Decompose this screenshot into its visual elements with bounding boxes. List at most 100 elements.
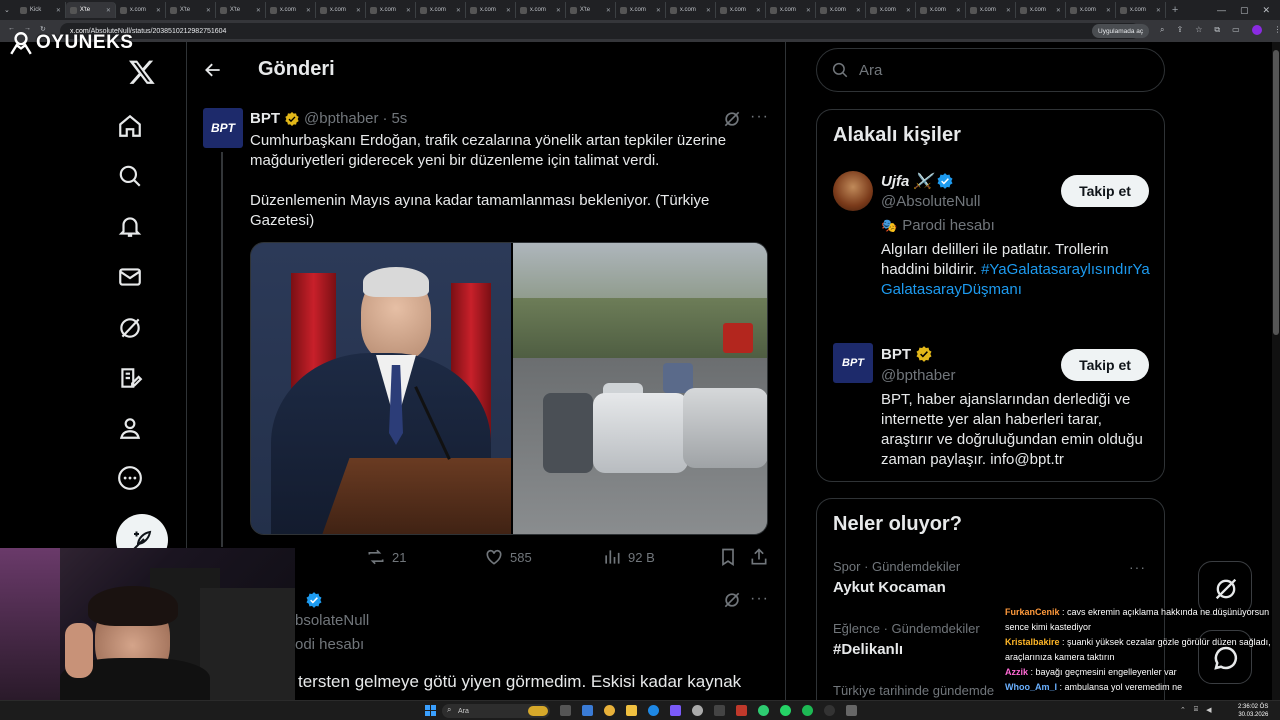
person-avatar-2[interactable]: BPT (833, 343, 873, 383)
browser-tab[interactable]: x.com ✕ (316, 2, 366, 18)
browser-tab[interactable]: Kick ✕ (16, 2, 66, 18)
chat-username[interactable]: Whoo_Am_I (1005, 682, 1057, 692)
zoom-icon[interactable]: ⌕ (1160, 25, 1164, 35)
photo-highway-traffic[interactable] (513, 243, 767, 534)
person-avatar-1[interactable] (833, 171, 873, 211)
file-explorer-icon[interactable] (626, 705, 637, 716)
browser-tab[interactable]: x.com ✕ (416, 2, 466, 18)
maximize-icon[interactable]: ▢ (1240, 5, 1249, 16)
browser-tab[interactable]: x.com ✕ (866, 2, 916, 18)
tab-close-icon[interactable]: ✕ (306, 7, 311, 14)
bookmark-star-icon[interactable]: ☆ (1195, 25, 1202, 35)
tab-close-icon[interactable]: ✕ (156, 7, 161, 14)
scrollbar-thumb[interactable] (1273, 50, 1279, 335)
taskbar-clock[interactable]: 2:36:02 ÖS 30.03.2026 (1238, 703, 1268, 719)
follow-button-2[interactable]: Takip et (1061, 349, 1149, 381)
app-icon-14[interactable] (846, 705, 857, 716)
tab-close-icon[interactable]: ✕ (756, 7, 761, 14)
close-window-icon[interactable]: ✕ (1262, 5, 1270, 16)
volume-icon[interactable]: ◀ (1206, 706, 1211, 714)
app-icon-8[interactable] (714, 705, 725, 716)
search-box[interactable]: Ara (816, 48, 1165, 92)
tab-close-icon[interactable]: ✕ (556, 7, 561, 14)
taskbar-search[interactable]: Ara ⌕ (442, 704, 550, 718)
tab-close-icon[interactable]: ✕ (1006, 7, 1011, 14)
author-avatar[interactable]: BPT (203, 108, 243, 148)
browser-tab[interactable]: x.com ✕ (266, 2, 316, 18)
spotify-icon[interactable] (802, 705, 813, 716)
share-icon[interactable]: ⇪ (1176, 25, 1183, 35)
browser-tab[interactable]: x.com ✕ (916, 2, 966, 18)
browser-tab[interactable]: x.com ✕ (716, 2, 766, 18)
tab-close-icon[interactable]: ✕ (856, 7, 861, 14)
messages-envelope-icon[interactable] (117, 264, 143, 290)
reply-author-handle[interactable]: bsolateNull (295, 612, 369, 629)
start-windows-icon[interactable] (425, 705, 436, 716)
browser-tab[interactable]: X'te ✕ (65, 2, 116, 18)
views-button[interactable]: 92 B (602, 547, 655, 567)
browser-tab[interactable]: x.com ✕ (366, 2, 416, 18)
tray-chevron-icon[interactable]: ⌃ (1180, 706, 1186, 714)
network-icon[interactable]: ⌸ (1194, 706, 1198, 714)
photo-president-podium[interactable] (251, 243, 511, 534)
taskbar-app-icon[interactable] (582, 705, 593, 716)
chat-username[interactable]: FurkanCenik (1005, 607, 1060, 617)
app-icon-7[interactable] (692, 705, 703, 716)
app-icon-9[interactable] (736, 705, 747, 716)
browser-tab[interactable]: x.com ✕ (766, 2, 816, 18)
browser-tab[interactable]: x.com ✕ (1016, 2, 1066, 18)
tab-close-icon[interactable]: ✕ (1156, 7, 1161, 14)
browser-tab[interactable]: x.com ✕ (966, 2, 1016, 18)
tab-close-icon[interactable]: ✕ (456, 7, 461, 14)
tab-close-icon[interactable]: ✕ (206, 7, 211, 14)
chrome-icon[interactable] (604, 705, 615, 716)
url-field[interactable]: x.com/AbsoluteNull/status/20385102129827… (60, 23, 1140, 39)
notifications-bell-icon[interactable] (117, 213, 143, 239)
minimize-icon[interactable]: — (1217, 5, 1226, 16)
x-logo-icon[interactable] (128, 58, 156, 86)
sidebar-icon[interactable]: ▭ (1232, 25, 1240, 35)
retweet-button[interactable]: 21 (366, 547, 406, 567)
share-post-icon[interactable] (749, 547, 769, 567)
browser-tab[interactable]: x.com ✕ (466, 2, 516, 18)
like-button[interactable]: 585 (484, 547, 532, 567)
browser-tab[interactable]: x.com ✕ (816, 2, 866, 18)
premium-notes-icon[interactable] (117, 365, 143, 391)
trend-name-2[interactable]: #Delikanlı (833, 641, 903, 658)
tab-close-icon[interactable]: ✕ (606, 7, 611, 14)
trend-name-1[interactable]: Aykut Kocaman (833, 579, 946, 596)
tab-close-icon[interactable]: ✕ (106, 7, 111, 14)
tab-close-icon[interactable]: ✕ (806, 7, 811, 14)
tab-close-icon[interactable]: ✕ (356, 7, 361, 14)
tweet-time[interactable]: 5s (391, 110, 407, 127)
browser-tab[interactable]: x.com ✕ (616, 2, 666, 18)
browser-tab[interactable]: x.com ✕ (516, 2, 566, 18)
discord-icon[interactable] (670, 705, 681, 716)
profile-icon[interactable] (117, 415, 143, 441)
grok-explain-icon[interactable] (722, 109, 742, 129)
explore-search-icon[interactable] (117, 163, 143, 189)
tab-close-icon[interactable]: ✕ (1106, 7, 1111, 14)
browser-tab[interactable]: X'te ✕ (216, 2, 266, 18)
task-view-icon[interactable] (560, 705, 571, 716)
whatsapp-icon[interactable] (780, 705, 791, 716)
extensions-icon[interactable]: ⧉ (1214, 25, 1220, 35)
tweet-media[interactable] (250, 242, 768, 535)
browser-tab[interactable]: x.com ✕ (116, 2, 166, 18)
tweet-more-icon[interactable]: ··· (750, 108, 769, 126)
trend-more-icon[interactable]: ··· (1129, 559, 1146, 575)
reply-grok-icon[interactable] (722, 590, 742, 610)
tab-close-icon[interactable]: ✕ (906, 7, 911, 14)
home-icon[interactable] (117, 113, 143, 139)
person-handle-2[interactable]: @bpthaber (881, 367, 955, 384)
back-arrow-icon[interactable] (203, 60, 223, 80)
browser-tab[interactable]: X'te ✕ (166, 2, 216, 18)
app-icon-10[interactable] (758, 705, 769, 716)
open-in-app-button[interactable]: Uygulamada aç (1092, 24, 1150, 38)
browser-tab[interactable]: x.com ✕ (1066, 2, 1116, 18)
tab-close-icon[interactable]: ✕ (256, 7, 261, 14)
chat-username[interactable]: Kristalbakire (1005, 637, 1060, 647)
author-name[interactable]: BPT (250, 110, 280, 127)
tab-close-icon[interactable]: ✕ (1056, 7, 1061, 14)
tab-close-icon[interactable]: ✕ (706, 7, 711, 14)
